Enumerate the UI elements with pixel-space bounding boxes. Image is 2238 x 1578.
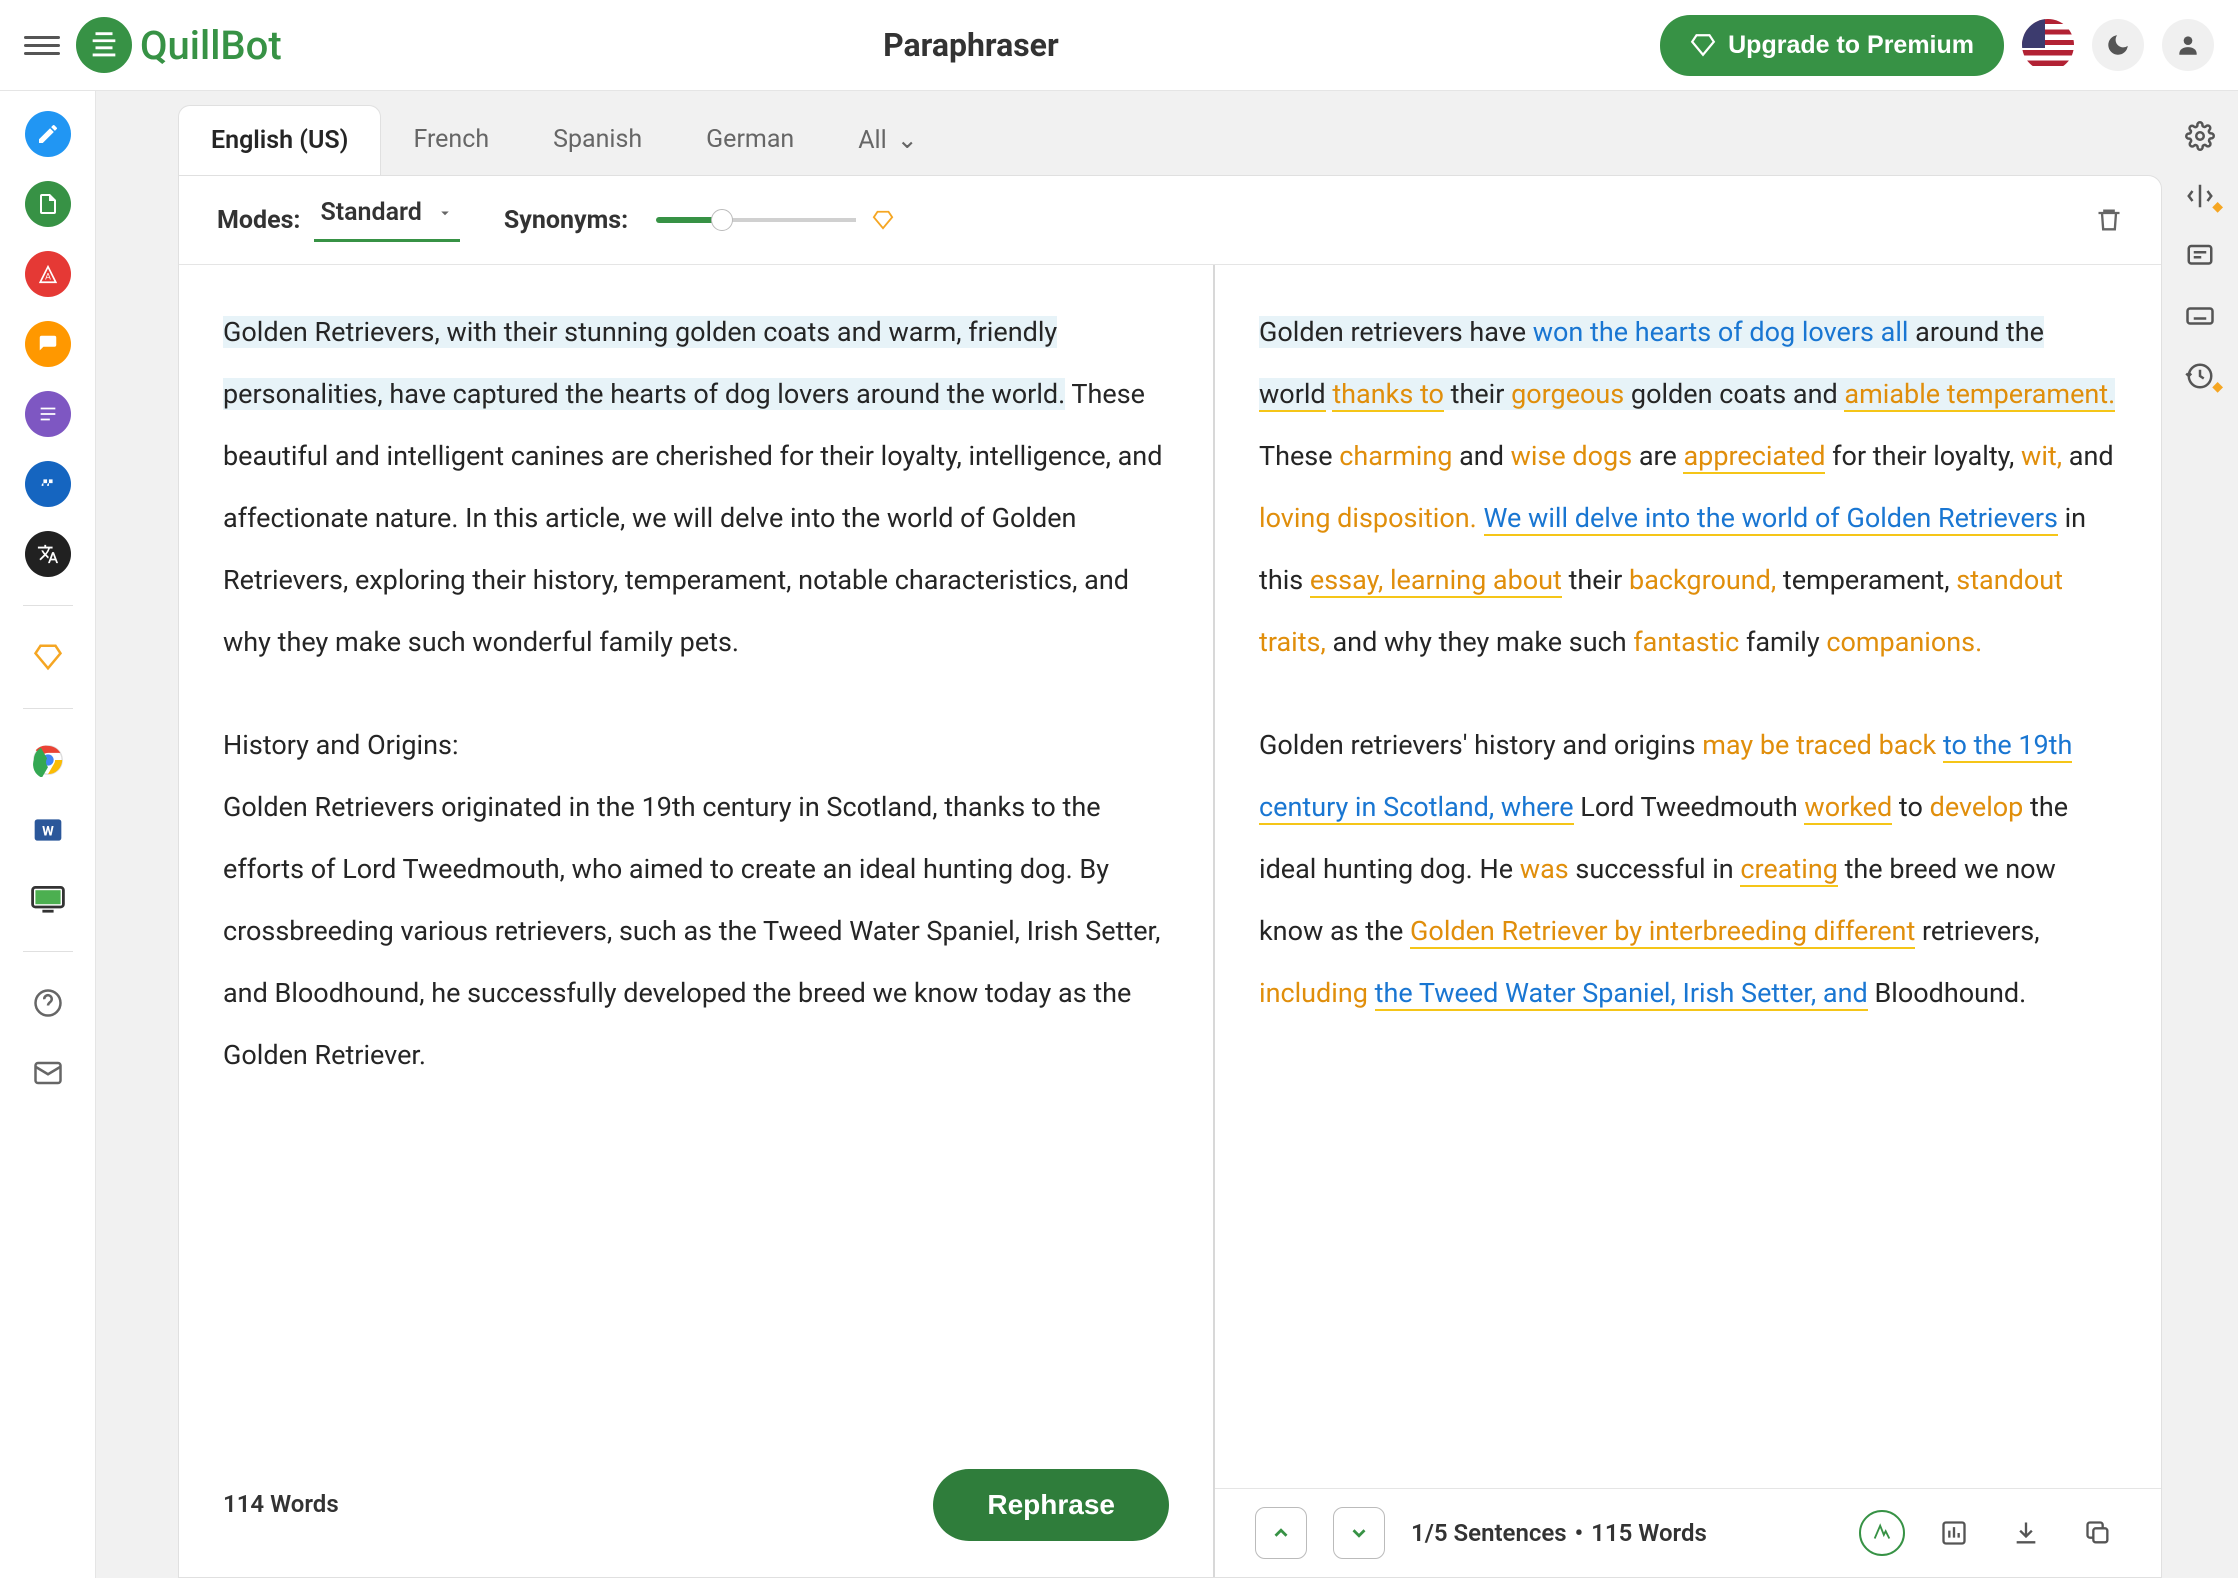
input-panel: Golden Retrievers, with their stunning g… <box>179 265 1215 1577</box>
output-actions <box>1859 1510 2121 1556</box>
settings-icon[interactable] <box>2185 121 2215 151</box>
logo-text: QuillBot <box>140 22 282 69</box>
main-layout: A W English (US) French Spanish German A… <box>0 91 2238 1578</box>
summarizer-tool-icon[interactable] <box>25 181 71 227</box>
page-title: Paraphraser <box>282 26 1660 64</box>
input-footer: 114 Words Rephrase <box>223 1451 1169 1541</box>
copy-button[interactable] <box>2075 1510 2121 1556</box>
diamond-icon <box>872 209 894 231</box>
account-button[interactable] <box>2162 19 2214 71</box>
input-rest: These beautiful and intelligent canines … <box>223 378 1162 658</box>
plagiarism-tool-icon[interactable] <box>25 391 71 437</box>
rephrase-button[interactable]: Rephrase <box>933 1469 1169 1541</box>
lang-tab-english[interactable]: English (US) <box>178 105 381 175</box>
mode-dropdown[interactable]: Standard <box>314 198 459 242</box>
logo[interactable]: QuillBot <box>76 17 282 73</box>
statistics-button[interactable] <box>1931 1510 1977 1556</box>
output-column: Golden retrievers have won the hearts of… <box>1215 265 2161 1577</box>
upgrade-button[interactable]: Upgrade to Premium <box>1660 15 2004 76</box>
input-text-area[interactable]: Golden Retrievers, with their stunning g… <box>223 301 1169 1451</box>
svg-text:A: A <box>45 273 51 283</box>
synonyms-slider[interactable] <box>656 217 856 223</box>
diamond-icon <box>1690 32 1716 58</box>
language-flag[interactable] <box>2022 19 2074 71</box>
paraphraser-tool-icon[interactable] <box>25 111 71 157</box>
input-word-count: 114 Words <box>223 1477 339 1532</box>
output-panel[interactable]: Golden retrievers have won the hearts of… <box>1215 265 2161 1488</box>
premium-icon[interactable] <box>25 634 71 680</box>
lang-tab-german[interactable]: German <box>674 105 826 175</box>
logo-icon <box>76 17 132 73</box>
panels: Golden Retrievers, with their stunning g… <box>179 265 2161 1577</box>
contact-icon[interactable] <box>25 1050 71 1096</box>
diamond-badge-icon: ◆ <box>2212 199 2223 215</box>
input-highlighted-sentence: Golden Retrievers, with their stunning g… <box>223 316 1065 410</box>
lang-tab-all[interactable]: All⌄ <box>826 105 949 175</box>
upgrade-label: Upgrade to Premium <box>1728 31 1974 60</box>
diamond-badge-icon: ◆ <box>2212 379 2223 395</box>
compare-icon[interactable]: ◆ <box>2185 181 2215 211</box>
content-area: English (US) French Spanish German All⌄ … <box>96 91 2238 1578</box>
macos-extension-icon[interactable] <box>25 877 71 923</box>
lang-tab-french[interactable]: French <box>381 105 521 175</box>
modes-label: Modes: <box>217 206 300 235</box>
word-extension-icon[interactable]: W <box>25 807 71 853</box>
chevron-down-icon: ⌄ <box>897 126 918 155</box>
feedback-icon[interactable] <box>2185 241 2215 271</box>
grammar-tool-icon[interactable]: A <box>25 251 71 297</box>
editor-wrap: English (US) French Spanish German All⌄ … <box>96 91 2162 1578</box>
translator-tool-icon[interactable] <box>25 531 71 577</box>
hotkeys-icon[interactable] <box>2185 301 2215 331</box>
moon-icon <box>2105 32 2131 58</box>
next-sentence-button[interactable] <box>1333 1507 1385 1559</box>
help-icon[interactable] <box>25 980 71 1026</box>
sentence-counter: 1/5 Sentences•115 Words <box>1411 1519 1707 1547</box>
chrome-extension-icon[interactable] <box>25 737 71 783</box>
menu-button[interactable] <box>24 27 60 63</box>
input-para2: Golden Retrievers originated in the 19th… <box>223 791 1160 1071</box>
mode-selected: Standard <box>320 198 421 227</box>
delete-button[interactable] <box>2095 206 2123 234</box>
svg-text:W: W <box>42 824 54 839</box>
person-icon <box>2175 32 2201 58</box>
synonyms-label: Synonyms: <box>504 206 628 235</box>
dark-mode-button[interactable] <box>2092 19 2144 71</box>
sidebar-left: A W <box>0 91 96 1578</box>
citation-tool-icon[interactable] <box>25 461 71 507</box>
editor-card: Modes: Standard Synonyms: Go <box>178 175 2162 1578</box>
triangle-down-icon <box>436 204 454 222</box>
input-heading: History and Origins: <box>223 729 459 761</box>
history-icon[interactable]: ◆ <box>2185 361 2215 391</box>
output-footer: 1/5 Sentences•115 Words <box>1215 1488 2161 1577</box>
sidebar-right: ◆ ◆ <box>2162 91 2238 1578</box>
header-actions: Upgrade to Premium <box>1660 15 2214 76</box>
output-sentence-1: Golden retrievers have won the hearts of… <box>1259 316 2115 410</box>
modes-bar: Modes: Standard Synonyms: <box>179 176 2161 265</box>
cowriter-tool-icon[interactable] <box>25 321 71 367</box>
language-tabs: English (US) French Spanish German All⌄ <box>96 91 2162 175</box>
tone-button[interactable] <box>1859 1510 1905 1556</box>
lang-tab-spanish[interactable]: Spanish <box>521 105 674 175</box>
app-header: QuillBot Paraphraser Upgrade to Premium <box>0 0 2238 91</box>
prev-sentence-button[interactable] <box>1255 1507 1307 1559</box>
download-button[interactable] <box>2003 1510 2049 1556</box>
